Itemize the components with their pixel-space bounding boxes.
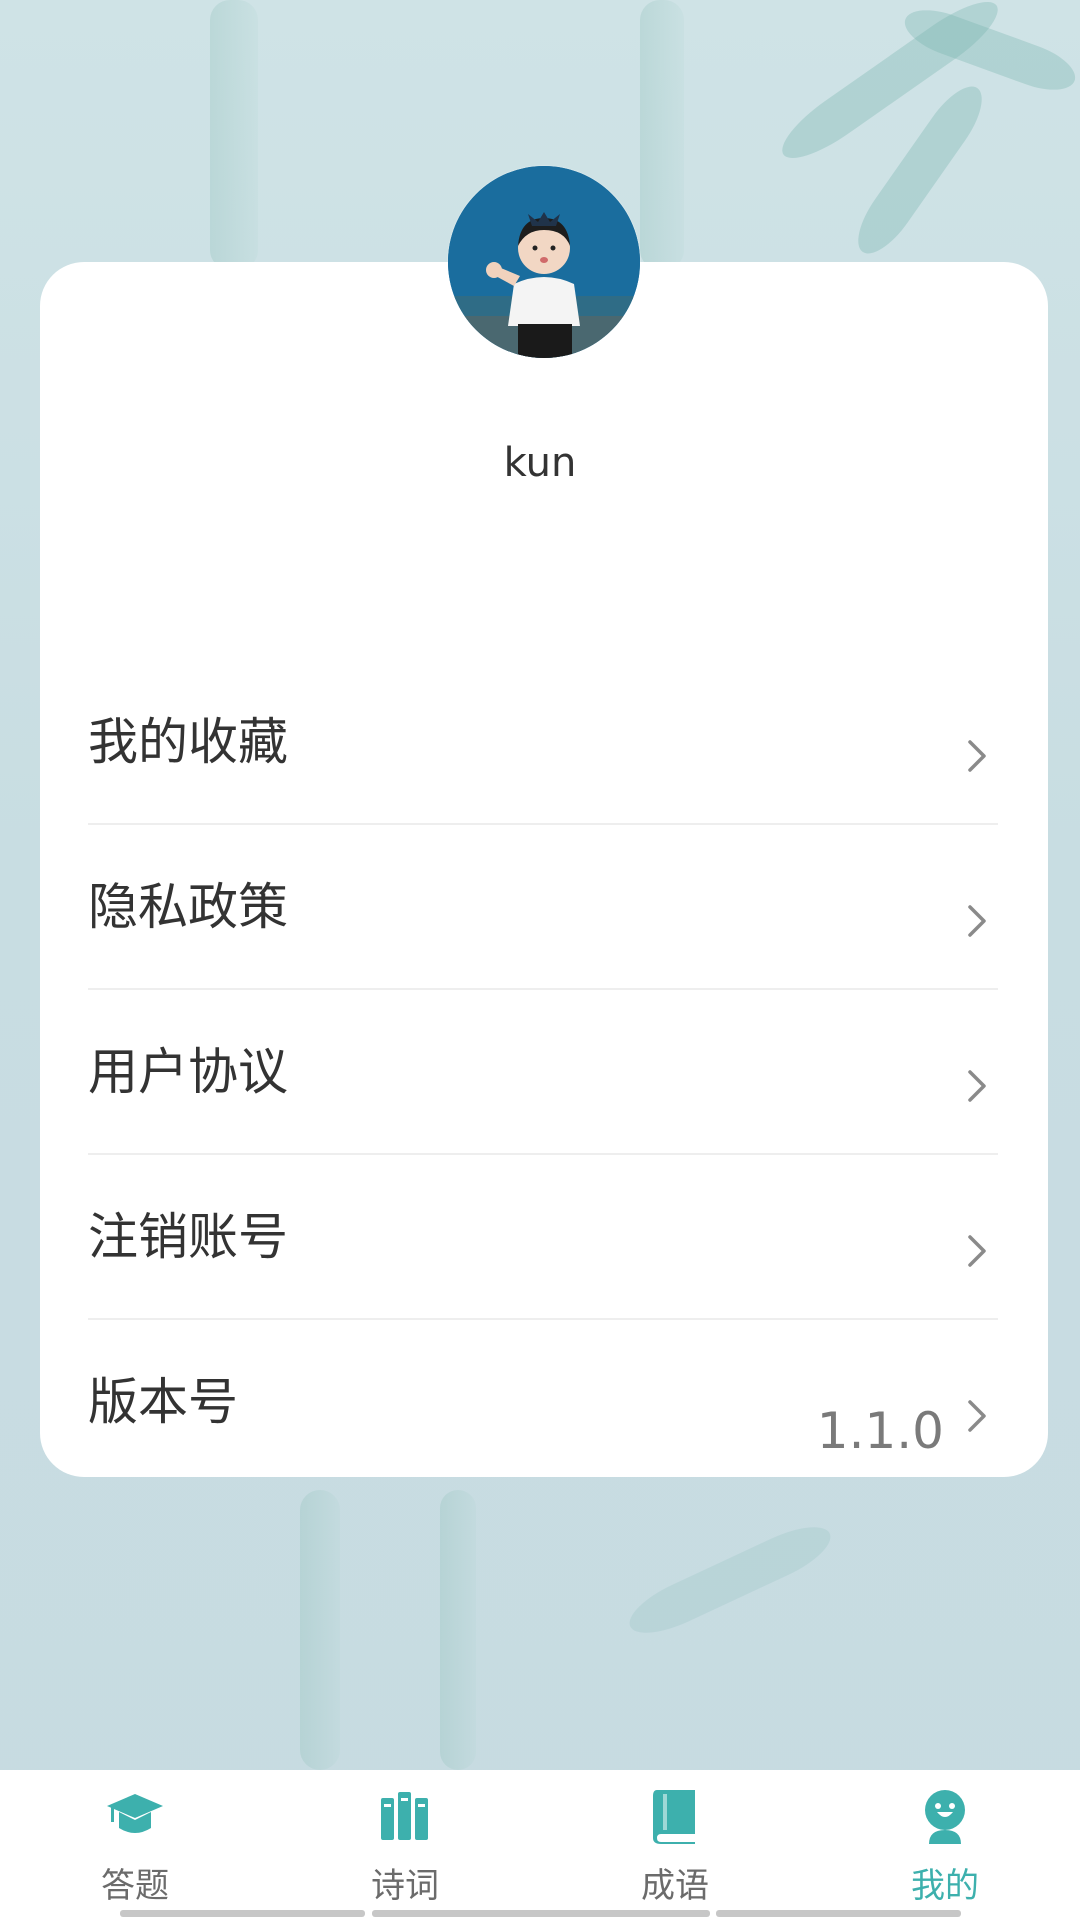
graduation-cap-icon [107,1794,163,1833]
bamboo-stalk-decoration [640,0,684,270]
menu-item-label: 我的收藏 [88,713,288,771]
chevron-right-icon [968,905,986,937]
gesture-bar-decoration [716,1910,961,1917]
user-icon [925,1790,965,1844]
book-icon [653,1790,695,1844]
bamboo-stalk-decoration [300,1490,340,1770]
menu-item-label: 版本号 [88,1373,238,1431]
bamboo-stalk-decoration [210,0,258,270]
version-number: 1.1.0 [816,1402,944,1460]
gesture-bar-decoration [372,1910,710,1917]
profile-screen: kun 我的收藏 隐私政策 用户协议 注销账号 版本号 1.1.0 答题 诗词 … [0,0,1080,1920]
tab-label: 我的 [911,1866,979,1906]
menu-item-label: 用户协议 [88,1043,288,1101]
bamboo-leaf-decoration [621,1515,839,1645]
bottom-tab-bar: 答题 诗词 成语 我的 [0,1770,1080,1920]
menu-item-label: 注销账号 [88,1208,288,1266]
chevron-right-icon [968,1400,986,1432]
tab-label: 答题 [101,1866,169,1906]
gesture-bar-decoration [120,1910,365,1917]
avatar[interactable] [448,166,640,358]
tab-quiz[interactable]: 答题 [0,1770,270,1906]
chevron-right-icon [968,1235,986,1267]
settings-menu: 我的收藏 隐私政策 用户协议 注销账号 版本号 1.1.0 [88,660,998,1485]
books-icon [381,1792,428,1840]
tab-me[interactable]: 我的 [810,1770,1080,1906]
menu-item-version[interactable]: 版本号 1.1.0 [88,1320,998,1485]
chevron-right-icon [968,740,986,772]
tab-poetry[interactable]: 诗词 [270,1770,540,1906]
tab-idioms[interactable]: 成语 [540,1770,810,1906]
menu-item-label: 隐私政策 [88,878,288,936]
menu-item-user-agreement[interactable]: 用户协议 [88,990,998,1155]
menu-item-favorites[interactable]: 我的收藏 [88,660,998,825]
tab-label: 成语 [641,1866,709,1906]
avatar-photo [448,166,640,358]
username: kun [503,440,577,486]
bamboo-stalk-decoration [440,1490,476,1770]
menu-item-delete-account[interactable]: 注销账号 [88,1155,998,1320]
chevron-right-icon [968,1070,986,1102]
tab-label: 诗词 [371,1866,439,1906]
menu-item-privacy-policy[interactable]: 隐私政策 [88,825,998,990]
